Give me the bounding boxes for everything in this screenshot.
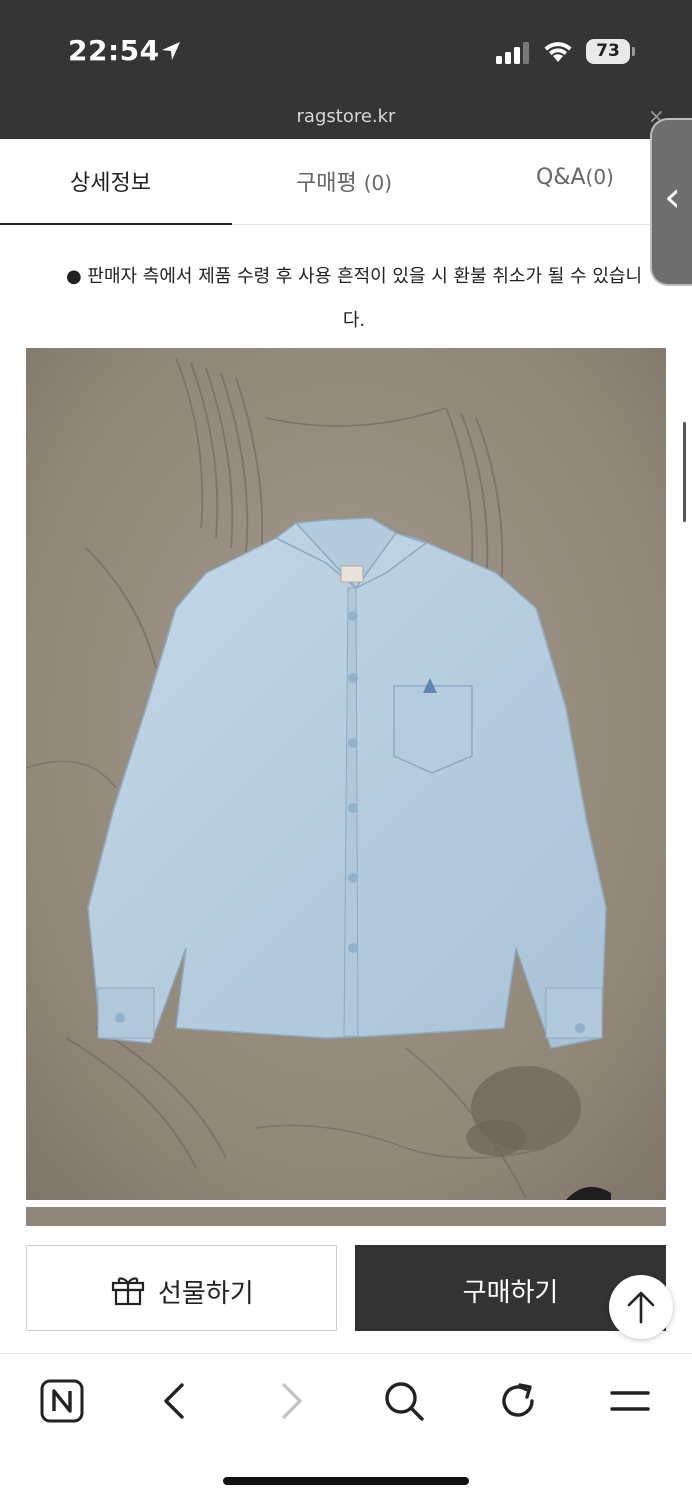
tab-qa-label: Q&A <box>536 165 586 190</box>
tab-detail[interactable]: 상세정보 <box>70 165 151 197</box>
chevron-left-icon: ‹ <box>664 172 681 221</box>
gift-button-label: 선물하기 <box>158 1279 254 1309</box>
chevron-left-icon[interactable] <box>154 1379 198 1423</box>
product-tabs: 상세정보 구매평 (0) Q&A(0) <box>0 139 692 225</box>
battery-indicator: 73 <box>586 39 630 64</box>
tab-reviews-label: 구매평 <box>296 171 357 196</box>
signal-icon <box>496 42 529 64</box>
page-scrollbar[interactable] <box>683 422 686 522</box>
scroll-top-button[interactable] <box>609 1275 673 1339</box>
naver-logo-icon[interactable] <box>40 1379 84 1423</box>
search-icon[interactable] <box>382 1379 426 1423</box>
location-arrow-icon <box>162 42 180 60</box>
active-tab-underline <box>0 223 232 225</box>
reload-icon[interactable] <box>496 1379 540 1423</box>
refund-notice-line2: 다. <box>342 310 366 331</box>
menu-icon[interactable] <box>608 1379 652 1423</box>
status-time: 22:54 <box>68 34 160 67</box>
tab-detail-label: 상세정보 <box>70 171 151 196</box>
refund-notice-line1: ● 판매자 측에서 제품 수령 후 사용 흔적이 있을 시 환불 취소가 될 수… <box>65 266 643 287</box>
gift-icon <box>111 1277 145 1306</box>
battery-tip <box>632 47 635 56</box>
wifi-icon <box>544 42 572 62</box>
tab-reviews-count: (0) <box>363 171 393 195</box>
chevron-right-icon[interactable] <box>268 1379 312 1423</box>
refund-notice: ● 판매자 측에서 제품 수령 후 사용 흔적이 있을 시 환불 취소가 될 수… <box>34 255 674 343</box>
tab-qa[interactable]: Q&A(0) <box>536 165 614 190</box>
purchase-bar: 선물하기 구매하기 <box>0 1226 692 1354</box>
home-indicator[interactable] <box>223 1477 469 1485</box>
url-label[interactable]: ragstore.kr <box>0 106 692 127</box>
arrow-up-icon <box>627 1291 655 1324</box>
product-image[interactable] <box>26 348 666 1200</box>
tab-qa-count: (0) <box>585 165 614 189</box>
browser-top-bar: 22:54 73 ragstore.kr × <box>0 0 692 139</box>
gift-button[interactable]: 선물하기 <box>26 1245 337 1331</box>
tab-reviews[interactable]: 구매평 (0) <box>296 165 392 197</box>
